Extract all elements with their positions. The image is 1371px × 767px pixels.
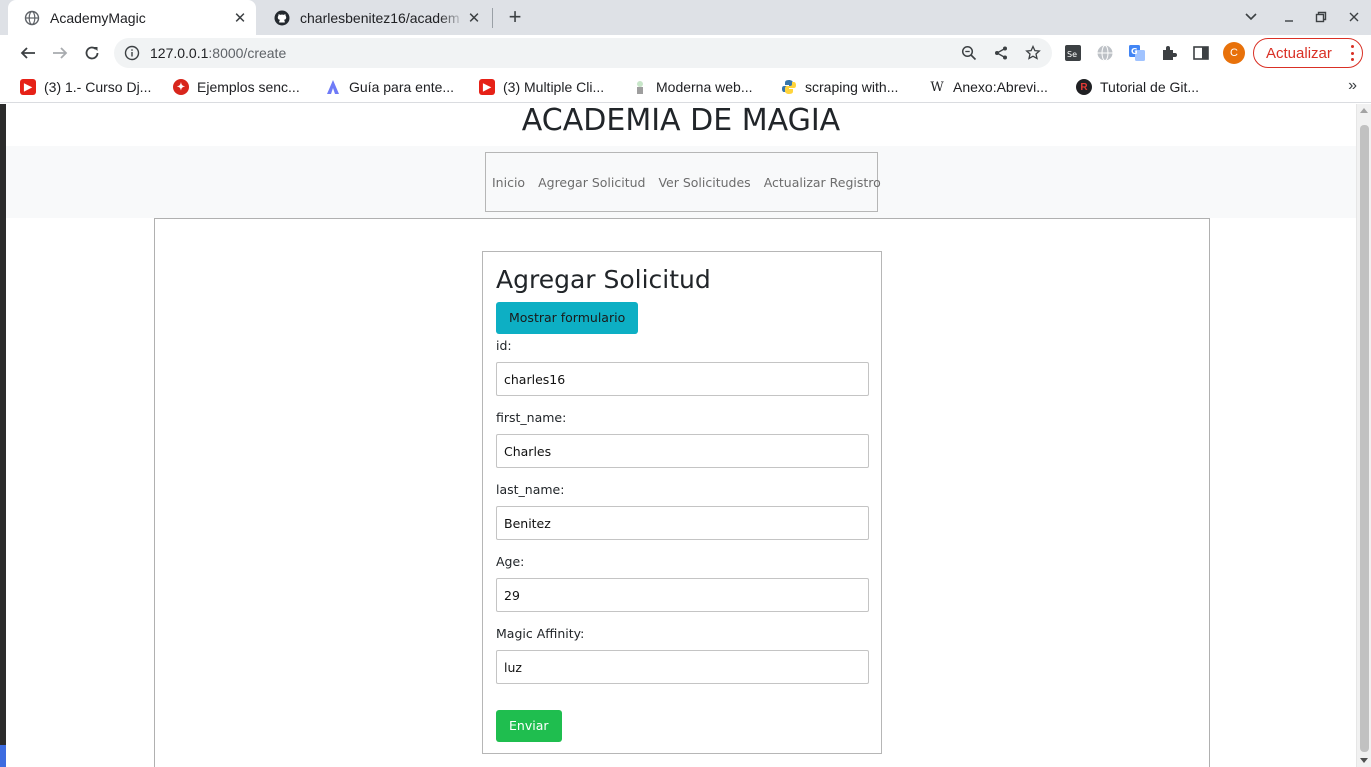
page-viewport: ACADEMIA DE MAGIA Inicio Agregar Solicit… bbox=[0, 104, 1371, 767]
bookmark-item[interactable]: Guía para ente... bbox=[325, 77, 454, 97]
bookmark-item[interactable]: ✦ Ejemplos senc... bbox=[173, 77, 300, 97]
main-container: Agregar Solicitud Mostrar formulario id:… bbox=[154, 218, 1210, 767]
zoom-icon[interactable] bbox=[956, 40, 982, 66]
svg-text:G: G bbox=[1131, 47, 1138, 56]
form-heading: Agregar Solicitud bbox=[496, 265, 711, 294]
bookmark-item[interactable]: R Tutorial de Git... bbox=[1076, 77, 1199, 97]
nav-link-agregar-solicitud[interactable]: Agregar Solicitud bbox=[538, 175, 645, 190]
forward-icon[interactable] bbox=[46, 39, 74, 67]
bookmark-label: Anexo:Abrevi... bbox=[953, 79, 1048, 95]
nav-link-inicio[interactable]: Inicio bbox=[492, 175, 525, 190]
more-bookmarks-icon[interactable]: » bbox=[1348, 77, 1357, 95]
page-icon bbox=[632, 79, 648, 95]
bookmark-label: Guía para ente... bbox=[349, 79, 455, 95]
bookmark-item[interactable]: ▶ (3) Multiple Cli... bbox=[479, 77, 604, 97]
puzzle-extensions-icon[interactable] bbox=[1157, 41, 1181, 65]
python-red-icon: ✦ bbox=[173, 79, 189, 95]
youtube-icon: ▶ bbox=[479, 79, 495, 95]
bookmark-label: (3) 1.- Curso Dj... bbox=[44, 79, 152, 95]
python-icon bbox=[781, 79, 797, 95]
share-icon[interactable] bbox=[988, 40, 1014, 66]
bookmark-item[interactable]: scraping with... bbox=[781, 77, 898, 97]
submit-button[interactable]: Enviar bbox=[496, 710, 562, 742]
tab-search-chevron-icon[interactable] bbox=[1240, 7, 1262, 27]
browser-toolbar: 127.0.0.1:8000/create Se G C Actualizar bbox=[0, 35, 1371, 71]
request-form-card: Agregar Solicitud Mostrar formulario id:… bbox=[482, 251, 882, 754]
update-browser-button[interactable]: Actualizar bbox=[1253, 38, 1363, 68]
new-tab-icon[interactable]: + bbox=[503, 4, 527, 29]
globe-icon bbox=[24, 10, 40, 26]
bookmark-star-icon[interactable] bbox=[1020, 40, 1046, 66]
id-field[interactable] bbox=[496, 362, 869, 396]
svg-text:Se: Se bbox=[1067, 50, 1077, 59]
bookmark-item[interactable]: ▶ (3) 1.- Curso Dj... bbox=[20, 77, 151, 97]
nav-links: Inicio Agregar Solicitud Ver Solicitudes… bbox=[485, 152, 881, 212]
profile-avatar[interactable]: C bbox=[1223, 42, 1245, 64]
url-host: 127.0.0.1 bbox=[150, 45, 209, 61]
bookmark-item[interactable]: W Anexo:Abrevi... bbox=[929, 77, 1048, 97]
back-icon[interactable] bbox=[14, 39, 42, 67]
navbar: Inicio Agregar Solicitud Ver Solicitudes… bbox=[6, 146, 1356, 218]
brand-icon bbox=[325, 79, 341, 95]
tab-strip: AcademyMagic ✕ charlesbenitez16/academ ✕… bbox=[0, 0, 1371, 35]
first-name-label: first_name: bbox=[496, 410, 567, 425]
restore-icon[interactable] bbox=[1310, 7, 1332, 27]
bookmark-label: Moderna web... bbox=[656, 79, 753, 95]
bookmark-label: Ejemplos senc... bbox=[197, 79, 300, 95]
reload-icon[interactable] bbox=[78, 39, 106, 67]
close-window-icon[interactable] bbox=[1343, 7, 1365, 27]
bookmark-label: scraping with... bbox=[805, 79, 899, 95]
globe-extension-icon[interactable] bbox=[1093, 41, 1117, 65]
bookmark-label: (3) Multiple Cli... bbox=[503, 79, 605, 95]
close-tab-icon[interactable]: ✕ bbox=[230, 8, 250, 28]
last-name-label: last_name: bbox=[496, 482, 565, 497]
tab-academymagic[interactable]: AcademyMagic ✕ bbox=[8, 0, 256, 35]
tab-separator bbox=[492, 8, 493, 28]
age-label: Age: bbox=[496, 554, 525, 569]
show-form-button[interactable]: Mostrar formulario bbox=[496, 302, 639, 334]
nav-link-ver-solicitudes[interactable]: Ver Solicitudes bbox=[658, 175, 750, 190]
url-path: :8000/create bbox=[208, 45, 287, 61]
tab-github[interactable]: charlesbenitez16/academ ✕ bbox=[258, 0, 490, 35]
nav-link-actualizar-registro[interactable]: Actualizar Registro bbox=[764, 175, 881, 190]
scroll-down-arrow-icon[interactable] bbox=[1360, 758, 1368, 763]
bookmarks-bar: ▶ (3) 1.- Curso Dj... ✦ Ejemplos senc...… bbox=[0, 71, 1371, 103]
magic-affinity-field[interactable] bbox=[496, 650, 869, 684]
scroll-up-arrow-icon[interactable] bbox=[1360, 108, 1368, 113]
last-name-field[interactable] bbox=[496, 506, 869, 540]
site-info-icon[interactable] bbox=[124, 45, 140, 61]
wikipedia-icon: W bbox=[930, 79, 944, 95]
first-name-field[interactable] bbox=[496, 434, 869, 468]
address-bar[interactable]: 127.0.0.1:8000/create bbox=[114, 38, 1052, 68]
tab-title: AcademyMagic bbox=[50, 9, 146, 26]
side-panel-icon[interactable] bbox=[1189, 41, 1213, 65]
magic-affinity-label: Magic Affinity: bbox=[496, 626, 585, 641]
bookmark-item[interactable]: Moderna web... bbox=[632, 77, 753, 97]
tab-title: charlesbenitez16/academ bbox=[300, 9, 460, 26]
translate-extension-icon[interactable]: G bbox=[1125, 41, 1149, 65]
r-icon: R bbox=[1076, 79, 1092, 95]
close-tab-icon[interactable]: ✕ bbox=[464, 8, 484, 28]
page-scrollbar[interactable] bbox=[1356, 104, 1371, 767]
update-browser-label: Actualizar bbox=[1266, 44, 1332, 62]
kebab-menu-icon bbox=[1350, 45, 1354, 61]
github-icon bbox=[274, 10, 290, 26]
selenium-extension-icon[interactable]: Se bbox=[1061, 41, 1085, 65]
youtube-icon: ▶ bbox=[20, 79, 36, 95]
age-field[interactable] bbox=[496, 578, 869, 612]
id-label: id: bbox=[496, 338, 512, 353]
site-title: ACADEMIA DE MAGIA bbox=[521, 104, 841, 138]
bookmark-label: Tutorial de Git... bbox=[1100, 79, 1200, 95]
scrollbar-thumb[interactable] bbox=[1360, 125, 1369, 752]
url-text: 127.0.0.1:8000/create bbox=[150, 45, 956, 61]
minimize-icon[interactable] bbox=[1278, 7, 1300, 27]
